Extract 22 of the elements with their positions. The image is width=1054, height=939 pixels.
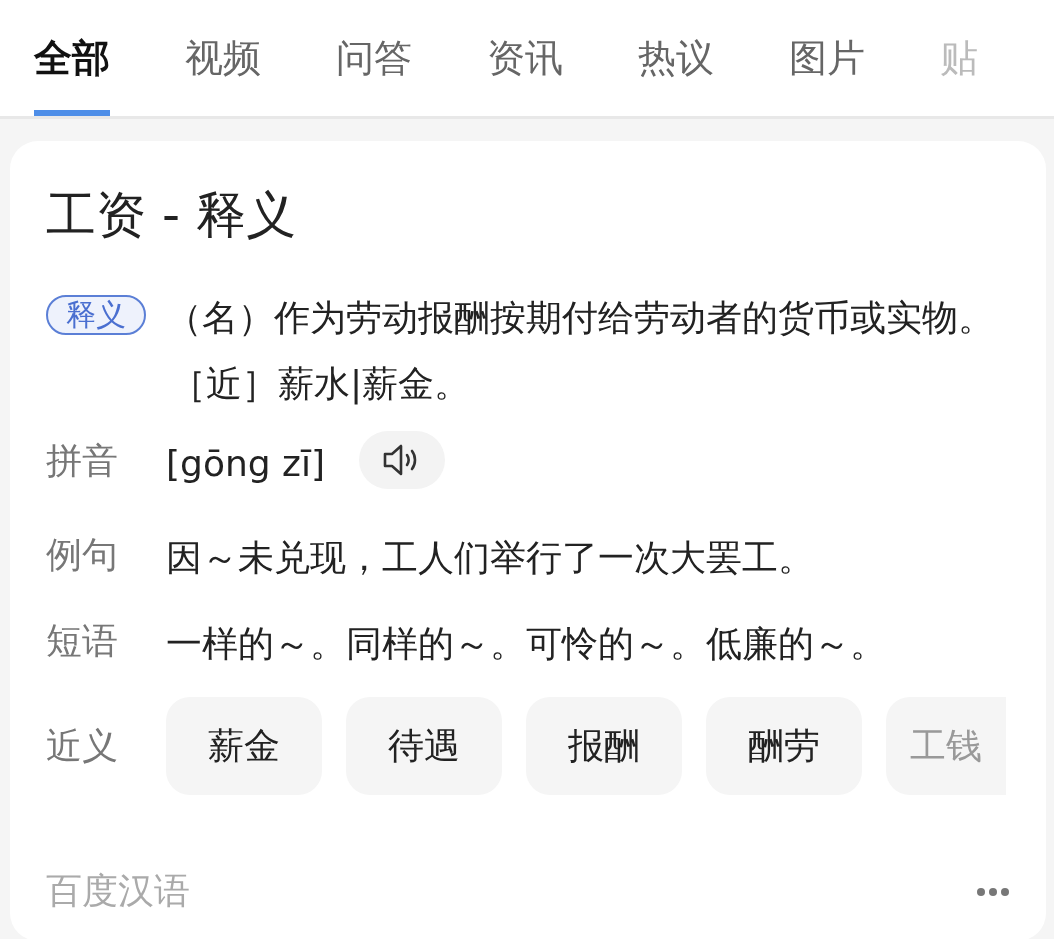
definition-text: （名）作为劳动报酬按期付给劳动者的货币或实物。［近］薪水|薪金。 — [170, 296, 995, 407]
category-tab[interactable]: 图片 — [789, 0, 865, 116]
category-tab[interactable]: 问答 — [336, 0, 412, 116]
phrases-text: 一样的～。同样的～。可怜的～。低廉的～。 — [166, 622, 886, 666]
more-icon[interactable] — [976, 886, 1010, 897]
synonyms-label: 近义 — [46, 724, 119, 768]
category-tab[interactable]: 全部 — [34, 0, 110, 116]
category-tab[interactable]: 视频 — [185, 0, 261, 116]
pinyin-label: 拼音 — [46, 439, 119, 483]
example-text: 因～未兑现，工人们举行了一次大罢工。 — [166, 536, 814, 580]
phrases-label: 短语 — [46, 619, 119, 663]
synonym-chip[interactable]: 报酬 — [526, 697, 682, 795]
synonym-chip[interactable]: 酬劳 — [706, 697, 862, 795]
source-text: 百度汉语 — [46, 869, 190, 913]
category-tab[interactable]: 热议 — [638, 0, 714, 116]
definition-tag: 释义 — [46, 295, 146, 335]
pinyin-text: [gōng zī] — [166, 442, 325, 486]
synonym-chip[interactable]: 薪金 — [166, 697, 322, 795]
example-label: 例句 — [46, 533, 119, 577]
synonym-chip[interactable]: 待遇 — [346, 697, 502, 795]
category-tab[interactable]: 资讯 — [487, 0, 563, 116]
card-title: 工资 - 释义 — [46, 185, 297, 245]
